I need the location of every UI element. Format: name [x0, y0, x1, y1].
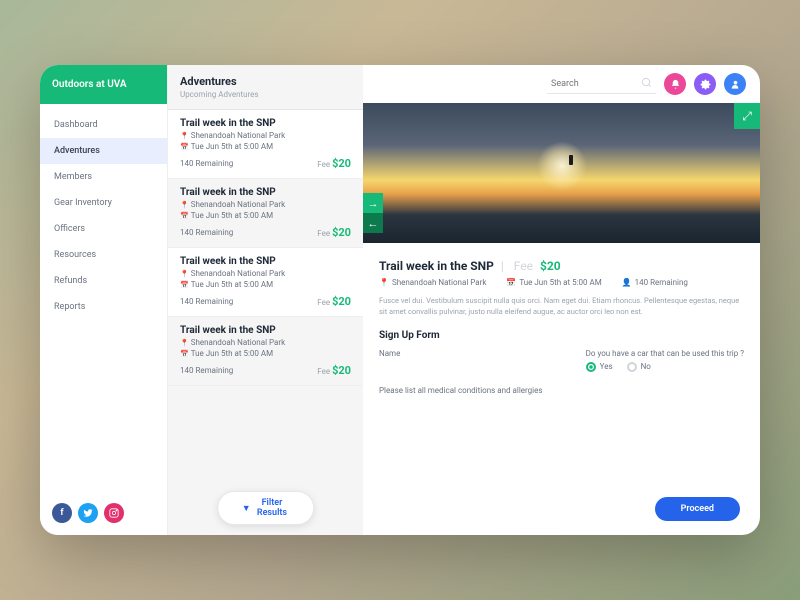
detail-fee-amount: $20	[540, 259, 561, 273]
adventure-card[interactable]: Trail week in the SNP 📍Shenandoah Nationa…	[168, 179, 363, 248]
nav-list: DashboardAdventuresMembersGear Inventory…	[40, 104, 167, 491]
card-location: 📍Shenandoah National Park	[180, 338, 351, 347]
settings-icon[interactable]	[694, 73, 716, 95]
twitter-icon[interactable]	[78, 503, 98, 523]
card-remaining: 140 Remaining	[180, 159, 233, 168]
detail-description: Fusce vel dui. Vestibulum suscipit nulla…	[379, 295, 744, 318]
radio-dot-checked	[586, 362, 596, 372]
card-fee-label: Fee	[317, 160, 332, 169]
card-title: Trail week in the SNP	[180, 325, 351, 336]
list-title: Adventures	[180, 75, 351, 88]
hero-image: ⤢ → ←	[363, 103, 760, 243]
card-remaining: 140 Remaining	[180, 297, 233, 306]
card-fee-amount: $20	[332, 295, 351, 308]
pin-icon: 📍	[379, 278, 389, 287]
card-fee-amount: $20	[332, 157, 351, 170]
list-body[interactable]: Trail week in the SNP 📍Shenandoah Nationa…	[168, 110, 363, 535]
name-label: Name	[379, 349, 400, 372]
prev-arrow-icon[interactable]: ←	[363, 213, 383, 233]
facebook-icon[interactable]: f	[52, 503, 72, 523]
adventure-card[interactable]: Trail week in the SNP 📍Shenandoah Nationa…	[168, 110, 363, 179]
app-frame: Outdoors at UVA DashboardAdventuresMembe…	[40, 65, 760, 535]
instagram-icon[interactable]	[104, 503, 124, 523]
adventure-card[interactable]: Trail week in the SNP 📍Shenandoah Nationa…	[168, 248, 363, 317]
calendar-icon: 📅	[180, 281, 189, 289]
medical-label: Please list all medical conditions and a…	[379, 386, 744, 395]
nav-item-gear-inventory[interactable]: Gear Inventory	[40, 190, 167, 216]
card-date: 📅Tue Jun 5th at 5:00 AM	[180, 142, 351, 151]
nav-item-refunds[interactable]: Refunds	[40, 268, 167, 294]
card-fee-label: Fee	[317, 229, 332, 238]
adventure-list-column: Adventures Upcoming Adventures Trail wee…	[168, 65, 363, 535]
list-subtitle: Upcoming Adventures	[180, 90, 351, 99]
detail-location: Shenandoah National Park	[392, 278, 486, 287]
adventure-card[interactable]: Trail week in the SNP 📍Shenandoah Nationa…	[168, 317, 363, 386]
radio-yes[interactable]: Yes	[586, 362, 613, 372]
calendar-icon: 📅	[180, 212, 189, 220]
detail-fee-label: Fee	[514, 259, 533, 273]
filter-label: Filter Results	[255, 498, 290, 518]
expand-icon[interactable]: ⤢	[734, 103, 760, 129]
calendar-icon: 📅	[180, 350, 189, 358]
nav-item-members[interactable]: Members	[40, 164, 167, 190]
card-remaining: 140 Remaining	[180, 366, 233, 375]
fee-separator: |	[501, 259, 504, 273]
card-date: 📅Tue Jun 5th at 5:00 AM	[180, 211, 351, 220]
card-date: 📅Tue Jun 5th at 5:00 AM	[180, 349, 351, 358]
filter-results-button[interactable]: ▼ Filter Results	[217, 491, 315, 525]
brand-title: Outdoors at UVA	[40, 65, 167, 104]
list-header: Adventures Upcoming Adventures	[168, 65, 363, 110]
card-remaining: 140 Remaining	[180, 228, 233, 237]
card-fee-label: Fee	[317, 298, 332, 307]
sidebar: Outdoors at UVA DashboardAdventuresMembe…	[40, 65, 168, 535]
nav-item-reports[interactable]: Reports	[40, 294, 167, 320]
main-panel: ⤢ → ← Trail week in the SNP | Fee $20 📍S…	[363, 65, 760, 535]
form-row: Name Do you have a car that can be used …	[379, 349, 744, 372]
pin-icon: 📍	[180, 201, 189, 209]
search-box[interactable]	[547, 75, 656, 94]
topbar	[363, 65, 760, 103]
next-arrow-icon[interactable]: →	[363, 193, 383, 213]
nav-item-resources[interactable]: Resources	[40, 242, 167, 268]
card-location: 📍Shenandoah National Park	[180, 269, 351, 278]
form-title: Sign Up Form	[379, 330, 744, 341]
filter-icon: ▼	[242, 503, 251, 514]
pin-icon: 📍	[180, 339, 189, 347]
nav-item-adventures[interactable]: Adventures	[40, 138, 167, 164]
card-location: 📍Shenandoah National Park	[180, 200, 351, 209]
nav-item-dashboard[interactable]: Dashboard	[40, 112, 167, 138]
detail-meta-row: 📍Shenandoah National Park 📅Tue Jun 5th a…	[379, 278, 744, 287]
detail-title: Trail week in the SNP	[379, 259, 494, 273]
car-question: Do you have a car that can be used this …	[586, 349, 744, 358]
card-date: 📅Tue Jun 5th at 5:00 AM	[180, 280, 351, 289]
radio-no[interactable]: No	[627, 362, 651, 372]
profile-icon[interactable]	[724, 73, 746, 95]
social-links: f	[40, 491, 167, 535]
card-location: 📍Shenandoah National Park	[180, 131, 351, 140]
calendar-icon: 📅	[180, 143, 189, 151]
person-icon: 👤	[622, 278, 632, 287]
card-title: Trail week in the SNP	[180, 187, 351, 198]
notifications-icon[interactable]	[664, 73, 686, 95]
radio-group: Yes No	[586, 362, 744, 372]
card-fee-amount: $20	[332, 226, 351, 239]
card-title: Trail week in the SNP	[180, 118, 351, 129]
search-input[interactable]	[551, 79, 641, 89]
card-fee-label: Fee	[317, 367, 332, 376]
card-fee-amount: $20	[332, 364, 351, 377]
pin-icon: 📍	[180, 270, 189, 278]
pin-icon: 📍	[180, 132, 189, 140]
nav-item-officers[interactable]: Officers	[40, 216, 167, 242]
radio-dot	[627, 362, 637, 372]
detail-section: Trail week in the SNP | Fee $20 📍Shenand…	[363, 243, 760, 535]
card-title: Trail week in the SNP	[180, 256, 351, 267]
search-icon[interactable]	[641, 77, 652, 91]
hero-nav-arrows: → ←	[363, 193, 383, 233]
detail-date: Tue Jun 5th at 5:00 AM	[519, 278, 601, 287]
proceed-button[interactable]: Proceed	[655, 497, 740, 521]
detail-remaining: 140 Remaining	[635, 278, 688, 287]
calendar-icon: 📅	[506, 278, 516, 287]
